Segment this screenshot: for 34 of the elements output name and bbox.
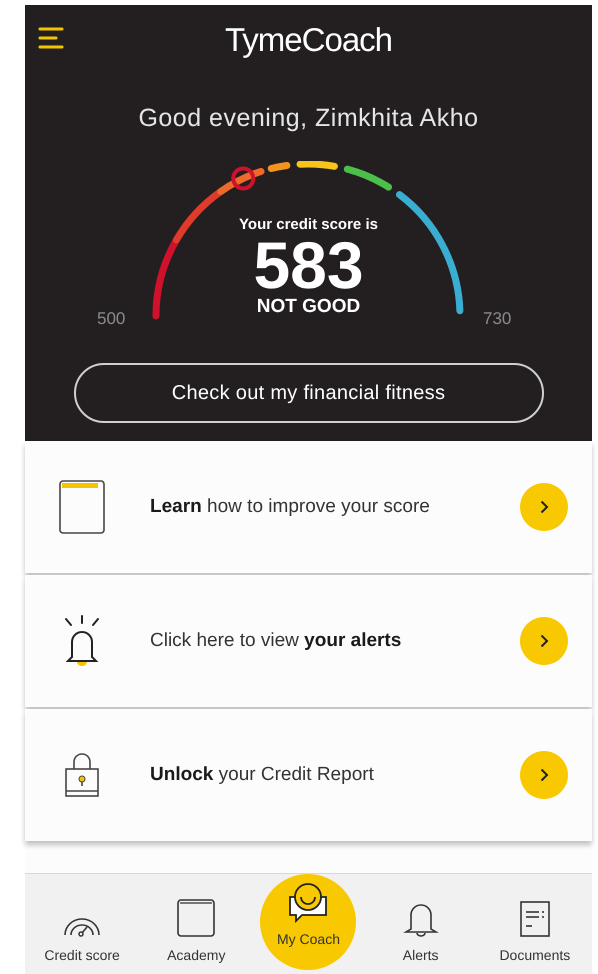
- chevron-button[interactable]: [520, 750, 568, 799]
- bell-icon: [402, 901, 440, 937]
- book-icon: [177, 899, 216, 937]
- min-score-label: 500: [97, 308, 126, 330]
- max-score-label: 730: [483, 308, 512, 330]
- score-caption: Your credit score is: [239, 216, 378, 234]
- nav-tab[interactable]: Documents: [484, 897, 585, 966]
- chevron-right-icon: [540, 634, 548, 648]
- greeting-text: Good evening, Zimkhita Akho: [138, 103, 479, 133]
- nav-tab[interactable]: Credit score: [32, 897, 132, 966]
- score-rating: NOT GOOD: [256, 296, 360, 318]
- menu-icon[interactable]: [38, 27, 64, 49]
- book-icon: [59, 480, 105, 534]
- card[interactable]: Unlock your Credit Report: [25, 708, 592, 841]
- card[interactable]: Learn how to improve your score: [25, 440, 592, 573]
- financial-fitness-button[interactable]: Check out my financial fitness: [74, 363, 544, 423]
- card-text: Learn how to improve your score: [150, 494, 431, 519]
- chat-face-icon: [287, 880, 330, 924]
- nav-tab[interactable]: Academy: [146, 897, 246, 966]
- gauge-icon: [63, 917, 102, 937]
- chevron-button[interactable]: [520, 616, 568, 665]
- document-icon: [520, 901, 550, 937]
- bell-icon: [62, 614, 102, 667]
- card-text: Unlock your Credit Report: [150, 762, 375, 787]
- card[interactable]: Click here to view your alerts: [25, 574, 592, 707]
- card-text: Click here to view your alerts: [150, 628, 402, 653]
- credit-score: 583: [253, 234, 364, 296]
- nav-tab[interactable]: Alerts: [370, 897, 471, 966]
- chevron-button[interactable]: [520, 482, 568, 531]
- app-logo: TymeCoach: [224, 20, 392, 60]
- nav-tab[interactable]: My Coach: [260, 874, 356, 970]
- padlock-icon: [64, 752, 100, 797]
- chevron-right-icon: [540, 768, 548, 782]
- chevron-right-icon: [540, 500, 548, 514]
